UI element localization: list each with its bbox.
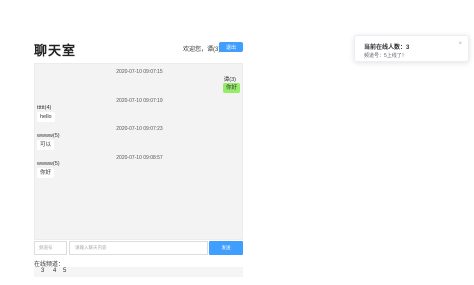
notification-toast: 当前在线人数：3 频道号：5上线了！ ×	[354, 35, 469, 62]
channel-input[interactable]: 频道号	[34, 241, 67, 255]
message-timestamp: 2020-07-10 09:07:23	[116, 126, 163, 132]
notification-message: 频道号：5上线了！	[364, 53, 407, 59]
message-bubble: 你好	[222, 83, 240, 93]
message-input[interactable]: 请输入聊天内容	[69, 241, 208, 255]
channel-item[interactable]: 3	[41, 268, 44, 274]
message-list: 2020-07-10 09:07:15 谭(3) 你好 2020-07-10 0…	[34, 63, 243, 240]
message-sender: 谭(3)	[223, 77, 236, 83]
logout-button[interactable]: 退出	[219, 42, 243, 52]
message-timestamp: 2020-07-10 09:07:15	[116, 69, 163, 75]
online-channel-list: 3 4 5	[34, 267, 243, 277]
message-sender: ttttt(4)	[37, 105, 52, 111]
close-icon[interactable]: ×	[458, 41, 462, 47]
channel-item[interactable]: 5	[63, 268, 66, 274]
message-timestamp: 2020-07-10 09:08:57	[116, 155, 163, 161]
message-bubble: hello	[37, 112, 55, 122]
message-sender: wwww(5)	[37, 133, 60, 139]
send-button[interactable]: 发送	[209, 241, 243, 255]
compose-bar: 频道号 请输入聊天内容 发送	[34, 241, 243, 255]
notification-title: 当前在线人数：3	[364, 45, 410, 51]
message-bubble: 可以	[37, 140, 55, 150]
chat-page: 聊天室 欢迎您，谭(3) 退出 2020-07-10 09:07:15 谭(3)…	[0, 0, 474, 285]
channel-item[interactable]: 4	[53, 268, 56, 274]
message-timestamp: 2020-07-10 09:07:19	[116, 98, 163, 104]
message-bubble: 你好	[37, 168, 55, 178]
welcome-text: 欢迎您，谭(3)	[183, 47, 221, 53]
message-sender: wwww(5)	[37, 161, 60, 167]
page-title: 聊天室	[34, 44, 77, 59]
